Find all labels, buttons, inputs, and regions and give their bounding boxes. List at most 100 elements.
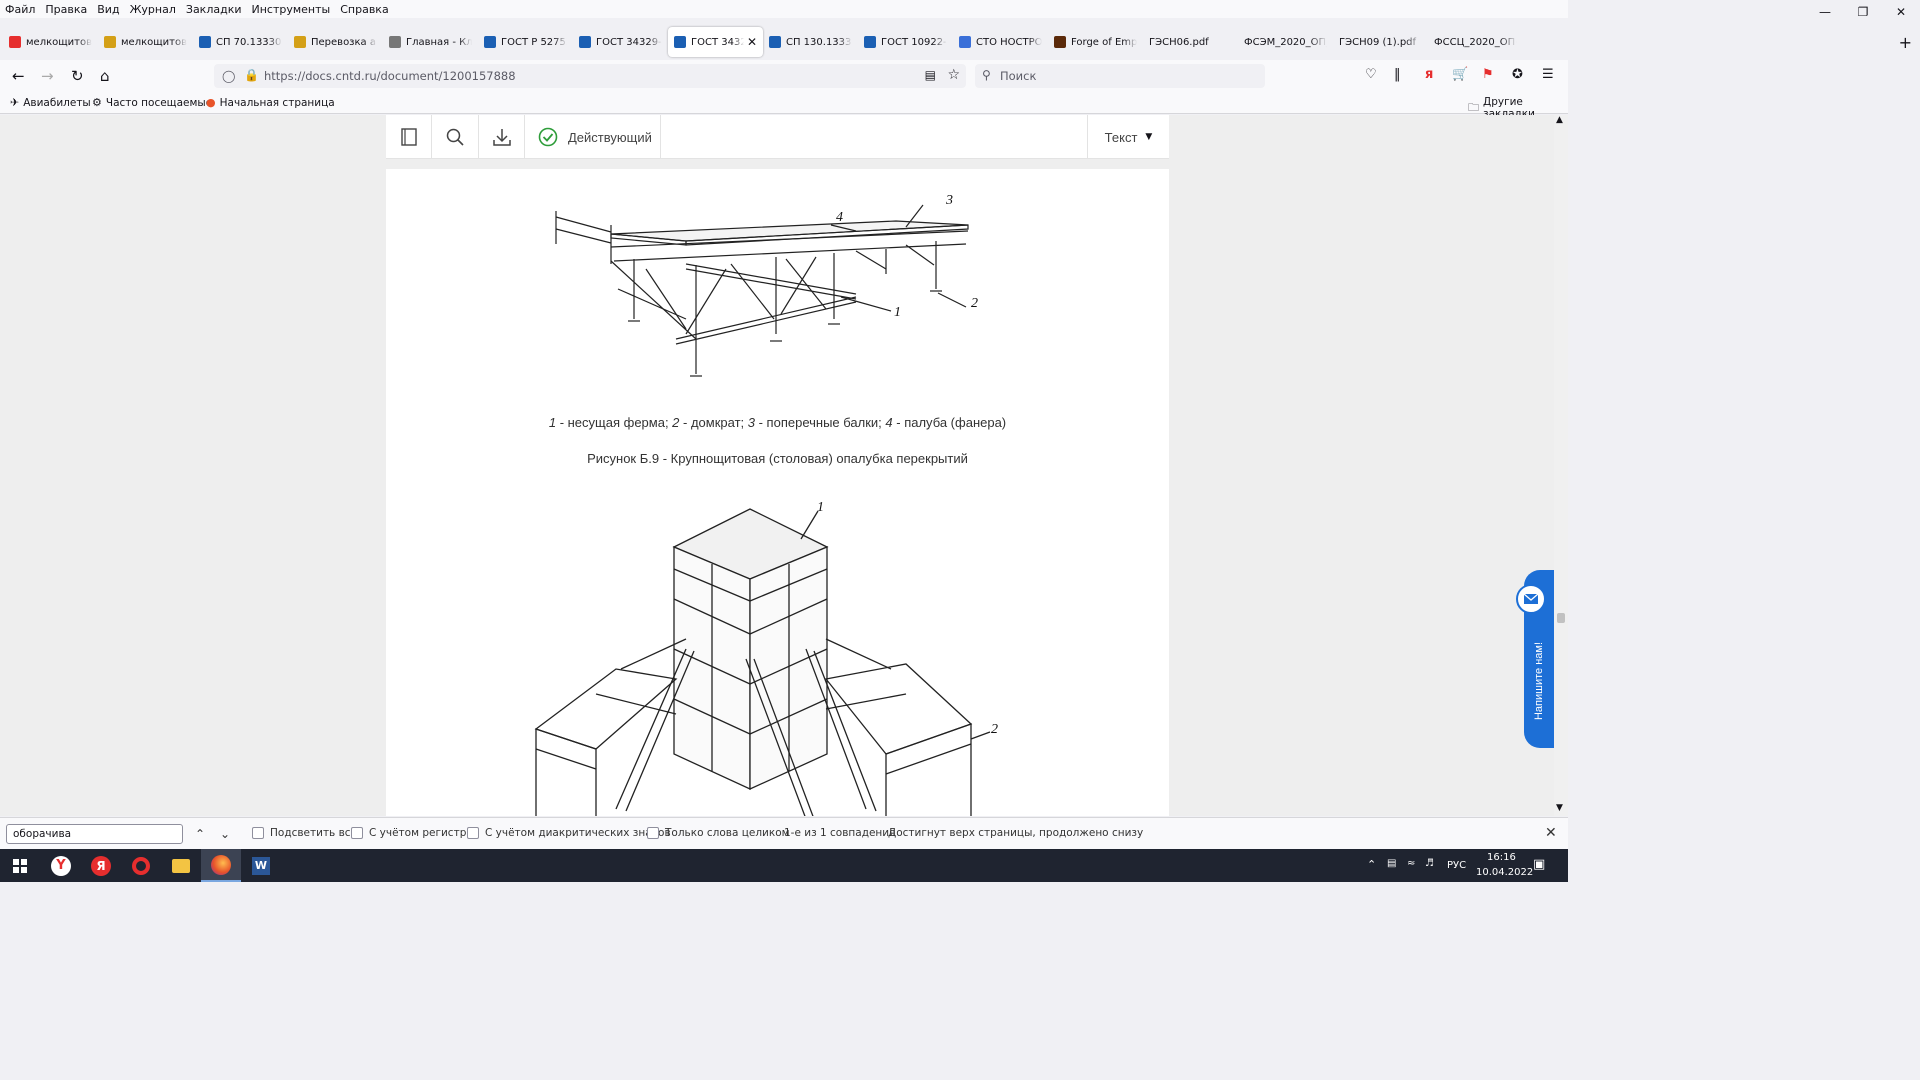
- status-badge: Действующий: [525, 115, 661, 159]
- search-bar[interactable]: ⚲ Поиск: [975, 64, 1265, 88]
- menu-edit[interactable]: Правка: [40, 3, 92, 16]
- cart-icon[interactable]: 🛒: [1452, 67, 1468, 82]
- cntd-icon: [864, 36, 876, 48]
- tab-title: ГОСТ 34329-2: [596, 36, 662, 48]
- chat-label[interactable]: Напишите нам!: [1533, 626, 1545, 736]
- download-button[interactable]: [479, 115, 525, 159]
- forward-icon[interactable]: →: [41, 67, 54, 85]
- taskbar-opera[interactable]: [121, 849, 161, 882]
- back-icon[interactable]: ←: [12, 67, 25, 85]
- menu-file[interactable]: Файл: [0, 3, 40, 16]
- tab-9[interactable]: ГОСТ 10922-2: [858, 27, 953, 57]
- taskbar-yandex[interactable]: Я: [81, 849, 121, 882]
- tab-6[interactable]: ГОСТ 34329-2: [573, 27, 668, 57]
- volume-icon[interactable]: ♬: [1425, 858, 1434, 869]
- find-input[interactable]: оборачива: [6, 824, 183, 844]
- firefox-icon: ●: [206, 96, 216, 109]
- clock-date[interactable]: 10.04.2022: [1476, 867, 1533, 878]
- menu-history[interactable]: Журнал: [125, 3, 181, 16]
- bookmark-star-icon[interactable]: ☆: [947, 67, 960, 83]
- reader-view-icon[interactable]: ▤: [925, 68, 936, 82]
- tab-3[interactable]: Перевозка ар: [288, 27, 383, 57]
- cntd-icon: [579, 36, 591, 48]
- chevron-down-icon: ▼: [1145, 132, 1153, 142]
- contents-button[interactable]: [386, 115, 432, 159]
- vertical-scrollbar[interactable]: ▲ ▼: [1554, 115, 1568, 816]
- tab-close-icon[interactable]: ✕: [747, 35, 757, 49]
- tray-chevron-icon[interactable]: ⌃: [1367, 858, 1376, 871]
- tab-12[interactable]: ГЭСН06.pdf: [1143, 27, 1238, 57]
- bookmark-most-visited[interactable]: ⚙ Часто посещаемые: [92, 96, 212, 109]
- pocket-icon[interactable]: ♡: [1365, 67, 1377, 82]
- tab-10[interactable]: СТО НОСТРОЙ: [953, 27, 1048, 57]
- tab-0[interactable]: мелкощитов: [3, 27, 98, 57]
- clock-time[interactable]: 16:16: [1487, 852, 1516, 863]
- tab-5[interactable]: ГОСТ Р 52752-: [478, 27, 573, 57]
- start-button[interactable]: [0, 849, 40, 882]
- gear-icon: ⚙: [92, 96, 102, 109]
- scroll-thumb[interactable]: [1557, 613, 1565, 623]
- library-icon[interactable]: ‖: [1394, 67, 1401, 82]
- yandex-extension-icon[interactable]: я: [1425, 67, 1433, 82]
- reload-icon[interactable]: ↻: [71, 67, 84, 85]
- tab-title: мелкощитов: [26, 36, 92, 48]
- tab-15[interactable]: ФССЦ_2020_ОП+: [1428, 27, 1523, 57]
- home-icon[interactable]: ⌂: [100, 67, 110, 85]
- wifi-icon[interactable]: ≈: [1407, 858, 1415, 869]
- match-case-checkbox[interactable]: С учётом регистра: [351, 827, 473, 839]
- new-tab-icon[interactable]: +: [1899, 33, 1912, 52]
- extension-icon[interactable]: ✪: [1512, 67, 1523, 82]
- taskbar-firefox[interactable]: [201, 849, 241, 882]
- doc-search-button[interactable]: [432, 115, 479, 159]
- find-close-icon[interactable]: ✕: [1545, 825, 1557, 841]
- find-next-icon[interactable]: ⌄: [220, 827, 230, 841]
- chat-widget[interactable]: Напишите нам!: [1516, 570, 1554, 748]
- mail-icon[interactable]: [1516, 584, 1546, 614]
- taskbar-explorer[interactable]: [161, 849, 201, 882]
- hamburger-menu-icon[interactable]: ☰: [1542, 67, 1554, 82]
- search-input[interactable]: Поиск: [1000, 69, 1036, 83]
- bookmark-aviabilety[interactable]: ✈ Авиабилеты: [10, 96, 91, 109]
- notifications-icon[interactable]: ▣: [1533, 857, 1545, 872]
- lock-icon[interactable]: 🔒: [244, 68, 259, 82]
- menu-view[interactable]: Вид: [92, 3, 124, 16]
- menu-help[interactable]: Справка: [335, 3, 393, 16]
- scroll-up-icon[interactable]: ▲: [1556, 115, 1563, 125]
- language-indicator[interactable]: РУС: [1447, 860, 1466, 871]
- minimize-icon[interactable]: —: [1806, 0, 1844, 24]
- find-previous-icon[interactable]: ⌃: [195, 827, 205, 841]
- tab-11[interactable]: Forge of Empi: [1048, 27, 1143, 57]
- url-bar[interactable]: ◯ 🔒 https://docs.cntd.ru/document/120015…: [214, 64, 966, 88]
- close-icon[interactable]: ✕: [1882, 0, 1920, 24]
- match-diacritics-checkbox[interactable]: С учётом диакритических знаков: [467, 827, 671, 839]
- menu-bookmarks[interactable]: Закладки: [181, 3, 247, 16]
- fox-icon: [104, 36, 116, 48]
- restore-icon[interactable]: ❐: [1844, 0, 1882, 24]
- tab-2[interactable]: СП 70.13330.2: [193, 27, 288, 57]
- tab-8[interactable]: СП 130.13330.: [763, 27, 858, 57]
- flag-extension-icon[interactable]: ⚑: [1482, 67, 1494, 82]
- table-formwork-drawing: 4 3 2 1: [555, 193, 978, 377]
- menu-tools[interactable]: Инструменты: [247, 3, 336, 16]
- view-mode-label: Текст: [1104, 129, 1138, 145]
- view-mode-select[interactable]: Текст ▼: [1087, 115, 1169, 159]
- tab-1[interactable]: мелкощитов: [98, 27, 193, 57]
- url-text[interactable]: https://docs.cntd.ru/document/1200157888: [264, 69, 516, 83]
- tab-7[interactable]: ГОСТ 34329-2✕: [668, 27, 763, 57]
- tab-14[interactable]: ГЭСН09 (1).pdf: [1333, 27, 1428, 57]
- shield-icon[interactable]: ◯: [222, 69, 235, 83]
- scroll-down-icon[interactable]: ▼: [1556, 803, 1563, 813]
- bookmark-start-page[interactable]: ● Начальная страница: [206, 96, 335, 109]
- taskbar-word[interactable]: W: [241, 849, 281, 882]
- figure1-title: Рисунок Б.9 - Крупнощитовая (столовая) о…: [587, 451, 968, 466]
- highlight-all-checkbox[interactable]: Подсветить все: [252, 827, 357, 839]
- forge-icon: [1054, 36, 1066, 48]
- windows-icon: [13, 858, 27, 873]
- tray-app-icon[interactable]: ▤: [1387, 858, 1396, 869]
- whole-words-checkbox[interactable]: Только слова целиком: [647, 827, 790, 839]
- window-controls: — ❐ ✕: [1806, 0, 1920, 24]
- tab-title: ФССЦ_2020_ОП+: [1434, 36, 1517, 48]
- tab-4[interactable]: Главная - Кла: [383, 27, 478, 57]
- tab-13[interactable]: ФСЭМ_2020_ОП_: [1238, 27, 1333, 57]
- taskbar-yandex-browser[interactable]: Y: [41, 849, 81, 882]
